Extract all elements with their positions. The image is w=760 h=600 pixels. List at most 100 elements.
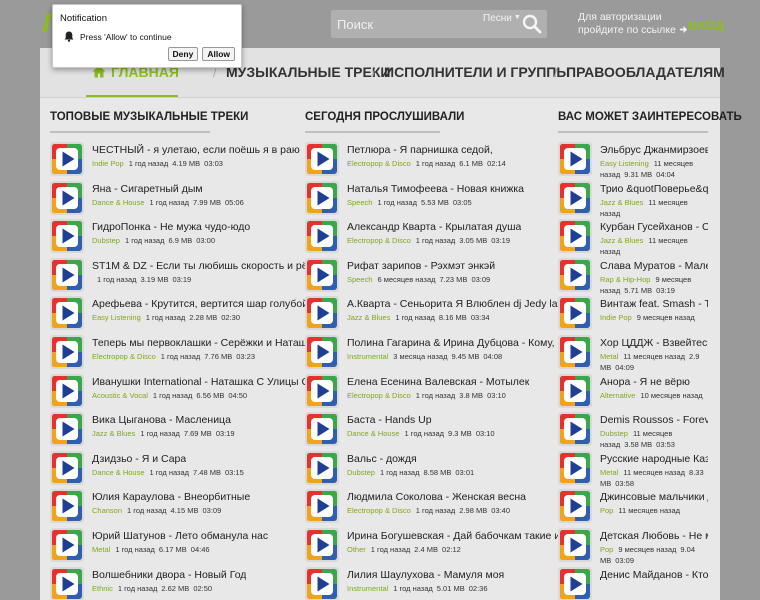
track-genre[interactable]: Indie Pop — [600, 313, 632, 322]
play-icon[interactable] — [558, 296, 592, 331]
track-genre[interactable]: Electropop & Disco — [347, 391, 411, 400]
track-genre[interactable]: Dance & House — [92, 468, 145, 477]
play-icon[interactable] — [305, 334, 339, 369]
track-genre[interactable]: Instrumental — [347, 352, 388, 361]
search-button[interactable] — [517, 10, 547, 38]
play-icon[interactable] — [558, 257, 592, 292]
play-icon[interactable] — [558, 412, 592, 447]
play-icon[interactable] — [50, 257, 84, 292]
track-item[interactable]: Слава Муратов - Малень Rap & Hip-Hop9 мес… — [558, 257, 710, 297]
nav-item-artists[interactable]: ИСПОЛНИТЕЛИ И ГРУППЫ — [384, 64, 570, 80]
track-item[interactable]: Юрий Шатунов - Лето обманула нас Metal 1 г… — [50, 527, 290, 567]
track-genre[interactable]: Speech — [347, 198, 372, 207]
track-genre[interactable]: Jazz & Blues — [600, 236, 643, 245]
track-name[interactable]: Елена Есенина Валевская - Мотылек — [347, 376, 529, 388]
track-item[interactable]: Demis Roussos - Forever Dubstep 11 месяцев… — [558, 412, 710, 451]
track-name[interactable]: Арефьева - Крутится, вертится шар голубо… — [92, 298, 308, 310]
track-item[interactable]: Джинсовые мальчики Да Pop 11 месяцев назад — [558, 489, 710, 528]
login-link[interactable]: ВХОД — [688, 18, 724, 33]
track-name[interactable]: Волшебники двора - Новый Год — [92, 569, 246, 581]
track-item[interactable]: Рифат зарипов - Рэхмэт энкэй Speech 6 меся… — [305, 257, 543, 297]
track-item[interactable]: Юлия Караулова - Внеорбитные Chanson 1 год… — [50, 489, 290, 528]
track-item[interactable]: Вальс - дождя Dubstep 1 год назад 8.58 MB 03… — [305, 450, 543, 490]
track-genre[interactable]: Instrumental — [347, 584, 388, 593]
play-icon[interactable] — [558, 527, 592, 562]
track-item[interactable]: Иванушки International - Наташка С Улицы… — [50, 373, 309, 413]
play-icon[interactable] — [305, 566, 339, 600]
track-item[interactable]: ЧЕСТНЫЙ - я улетаю, если поёшь я в раю In… — [50, 142, 300, 181]
track-name[interactable]: Юрий Шатунов - Лето обманула нас — [92, 530, 268, 542]
play-icon[interactable] — [305, 296, 339, 331]
play-icon[interactable] — [305, 180, 339, 215]
track-item[interactable]: Баста - Hands Up Dance & House 1 год назад… — [305, 412, 543, 451]
search-type-select[interactable]: Песни ▼ — [483, 13, 521, 24]
track-name[interactable]: Вальс - дождя — [347, 453, 417, 465]
play-icon[interactable] — [305, 219, 339, 254]
track-item[interactable]: Елена Есенина Валевская - Мотылек Electro… — [305, 373, 543, 413]
track-item[interactable]: Арефьева - Крутится, вертится шар голубо… — [50, 296, 308, 335]
play-icon[interactable] — [558, 373, 592, 408]
track-item[interactable]: А.Кварта - Сеньорита Я Влюблен dj Jedy l… — [305, 296, 569, 335]
play-icon[interactable] — [558, 180, 592, 215]
play-icon[interactable] — [558, 566, 592, 600]
track-item[interactable]: Полина Гагарина & Ирина Дубцова - Кому, … — [305, 334, 568, 374]
track-name[interactable]: Теперь мы первоклашки - Серёжки и Наташк… — [92, 337, 318, 349]
track-genre[interactable]: Metal — [600, 352, 618, 361]
track-genre[interactable]: Pop — [600, 506, 613, 515]
track-name[interactable]: Demis Roussos - Forever — [600, 414, 708, 426]
track-item[interactable]: ГидроПонка - Не мужа чудо-юдо Dubstep 1 го… — [50, 219, 290, 258]
nav-item-rightholders[interactable]: ПРАВООБЛАДАТЕЛЯМ — [566, 64, 725, 80]
play-icon[interactable] — [50, 334, 84, 369]
track-name[interactable]: Курбан Гусейханов - Сть — [600, 221, 708, 233]
play-icon[interactable] — [305, 412, 339, 447]
play-icon[interactable] — [305, 257, 339, 292]
track-genre[interactable]: Other — [347, 545, 366, 554]
play-icon[interactable] — [50, 219, 84, 254]
track-item[interactable]: Наталья Тимофеева - Новая книжка Speech 1 … — [305, 180, 543, 220]
track-genre[interactable]: Dance & House — [92, 198, 145, 207]
track-name[interactable]: Юлия Караулова - Внеорбитные — [92, 491, 250, 503]
play-icon[interactable] — [50, 489, 84, 524]
play-icon[interactable] — [50, 373, 84, 408]
track-item[interactable]: Эльбрус Джанмирзоев - Easy Listening 11 ме… — [558, 142, 710, 181]
play-icon[interactable] — [558, 142, 592, 176]
track-name[interactable]: ЧЕСТНЫЙ - я улетаю, если поёшь я в раю — [92, 144, 300, 156]
track-item[interactable]: Русские народные Казач Metal 11 месяцев на… — [558, 450, 710, 490]
allow-button[interactable]: Allow — [202, 47, 235, 61]
track-genre[interactable]: Pop — [600, 545, 613, 554]
track-name[interactable]: Яна - Сигаретный дым — [92, 183, 203, 195]
play-icon[interactable] — [50, 180, 84, 215]
track-item[interactable]: Трио &quotПоверье&quo Jazz & Blues11 меся… — [558, 180, 710, 220]
track-item[interactable]: Теперь мы первоклашки - Серёжки и Наташк… — [50, 334, 318, 374]
play-icon[interactable] — [50, 450, 84, 485]
track-genre[interactable]: Electropop & Disco — [92, 352, 156, 361]
track-name[interactable]: ST1M & DZ - Если ты любишь скорость и рё… — [92, 260, 313, 272]
track-genre[interactable]: Chanson — [92, 506, 122, 515]
track-item[interactable]: Лилия Шаулухова - Мамуля моя Instrumental… — [305, 566, 543, 600]
play-icon[interactable] — [558, 219, 592, 254]
track-name[interactable]: Иванушки International - Наташка С Улицы… — [92, 376, 309, 388]
track-item[interactable]: Волшебники двора - Новый Год Ethnic 1 год … — [50, 566, 290, 600]
track-name[interactable]: Ирина Богушевская - Дай бабочкам такие и… — [347, 530, 567, 542]
track-genre[interactable]: Dubstep — [92, 236, 120, 245]
play-icon[interactable] — [305, 450, 339, 485]
play-icon[interactable] — [305, 373, 339, 408]
track-name[interactable]: Анора - Я не вёрю — [600, 376, 708, 388]
track-genre[interactable]: Ethnic — [92, 584, 113, 593]
track-name[interactable]: Винтаж feat. Smash - Три — [600, 298, 708, 310]
search-input[interactable] — [337, 14, 477, 34]
track-genre[interactable]: Electropop & Disco — [347, 506, 411, 515]
track-genre[interactable]: Jazz & Blues — [600, 198, 643, 207]
play-icon[interactable] — [50, 527, 84, 562]
play-icon[interactable] — [558, 334, 592, 369]
track-item[interactable]: ST1M & DZ - Если ты любишь скорость и рё… — [50, 257, 313, 297]
track-name[interactable]: Наталья Тимофеева - Новая книжка — [347, 183, 524, 195]
play-icon[interactable] — [305, 489, 339, 524]
track-genre[interactable]: Indie Pop — [92, 159, 124, 168]
track-item[interactable]: Хор ЦДДЖ - Взвейтесь ко Metal 11 месяцев н… — [558, 334, 710, 374]
track-name[interactable]: Эльбрус Джанмирзоев - — [600, 144, 708, 156]
deny-button[interactable]: Deny — [167, 47, 199, 61]
track-item[interactable]: Винтаж feat. Smash - Три Indie Pop 9 месяц… — [558, 296, 710, 335]
nav-item-tracks[interactable]: МУЗЫКАЛЬНЫЕ ТРЕКИ — [226, 64, 390, 80]
track-item[interactable]: Денис Майданов - Кто та — [558, 566, 710, 600]
